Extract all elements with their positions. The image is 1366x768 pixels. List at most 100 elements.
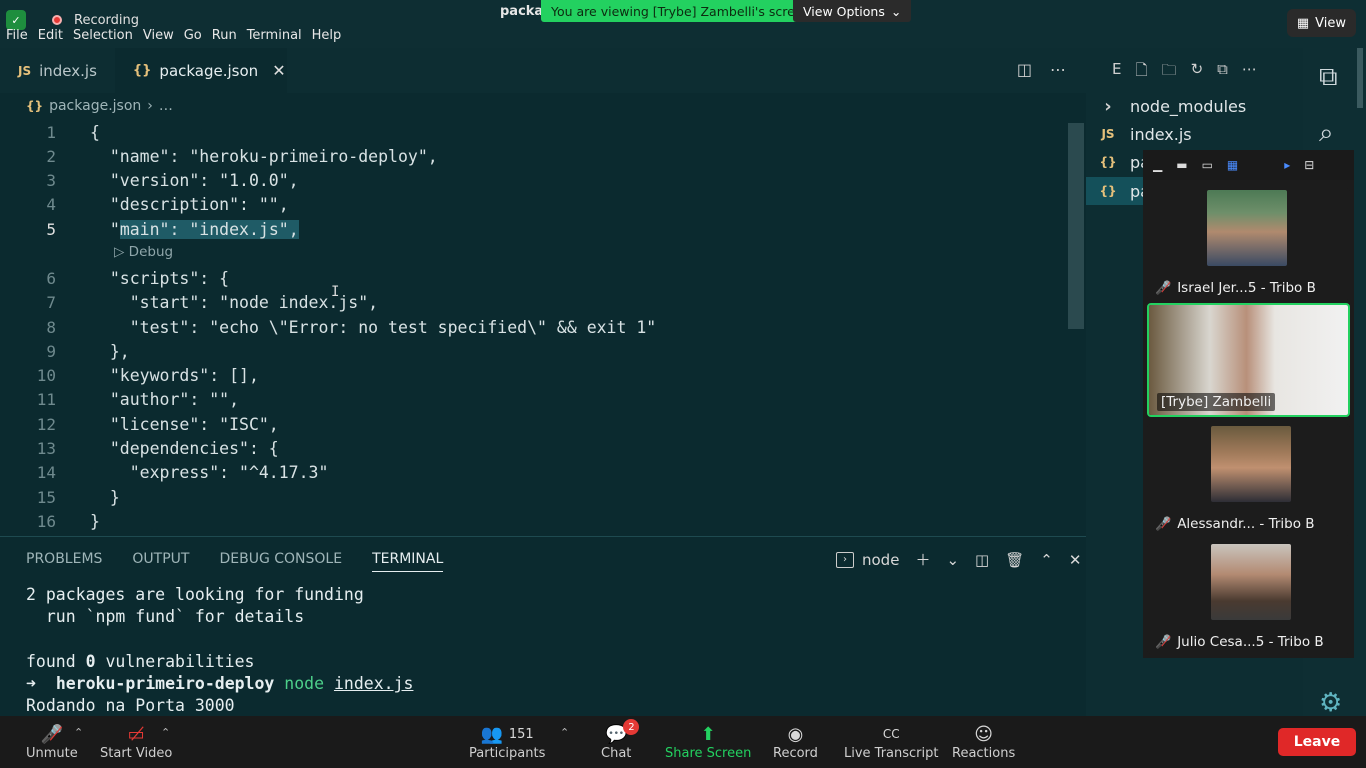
start-video-label: Start Video: [100, 746, 173, 761]
participant-tile-active-speaker[interactable]: [Trybe] Zambelli: [1147, 303, 1350, 417]
code-line-current: 5 "main": "index.js",: [46, 219, 299, 239]
tab-debug-console[interactable]: DEBUG CONSOLE: [219, 551, 342, 572]
record-icon: ◉: [787, 723, 804, 745]
tab-package-json[interactable]: {} package.json ✕: [114, 48, 287, 93]
menu-go[interactable]: Go: [179, 28, 207, 48]
files-icon[interactable]: ⧉: [1319, 62, 1338, 93]
mic-muted-icon: 🎤̸: [40, 723, 64, 745]
participants-button[interactable]: 👥 151 Participants: [469, 722, 546, 762]
window-scrollbar[interactable]: [1357, 48, 1363, 108]
trash-icon[interactable]: 🗑: [1005, 551, 1024, 569]
code-line: 7 "start": "node index.js",: [46, 292, 379, 312]
unmute-label: Unmute: [26, 746, 78, 761]
chevron-up-icon[interactable]: ⌃: [1040, 551, 1053, 569]
menu-run[interactable]: Run: [207, 28, 242, 48]
speaker-view-icon[interactable]: ▭: [1202, 158, 1213, 172]
tab-problems[interactable]: PROBLEMS: [26, 551, 102, 572]
prompt-command: node: [274, 674, 334, 694]
menu-terminal[interactable]: Terminal: [242, 28, 307, 48]
unmute-button[interactable]: 🎤̸ Unmute: [26, 722, 78, 762]
reactions-button[interactable]: ☺ Reactions: [952, 722, 1016, 762]
new-folder-icon[interactable]: 🗀: [1162, 60, 1177, 85]
meeting-toolbar: 🎤̸ Unmute ⌃ ▭̸ Start Video ⌃ 👥 151 Parti…: [0, 716, 1366, 768]
menu-view[interactable]: View: [138, 28, 179, 48]
prompt-directory: heroku-primeiro-deploy: [55, 674, 275, 694]
chevron-down-icon[interactable]: ⌄: [946, 551, 959, 569]
code-editor[interactable]: 1{ 2 "name": "heroku-primeiro-deploy", 3…: [0, 120, 1066, 535]
debug-codelens[interactable]: ▷ Debug: [114, 244, 173, 260]
js-file-icon: JS: [18, 63, 32, 78]
view-button-label: View: [1315, 15, 1346, 31]
leave-button[interactable]: Leave: [1278, 728, 1356, 756]
code-line: 12 "license": "ISC",: [36, 414, 279, 434]
selected-code: "main": "index.js",: [90, 219, 299, 239]
more-actions-icon[interactable]: ⋯: [1050, 60, 1066, 79]
record-button[interactable]: ◉ Record: [773, 722, 818, 762]
search-icon[interactable]: ⌕: [1319, 118, 1334, 149]
plus-icon[interactable]: ＋: [915, 549, 930, 570]
chat-icon: 💬 2: [605, 719, 640, 746]
participant-tile[interactable]: 🎤̸ Alessandr... - Tribo B: [1147, 424, 1350, 536]
participant-tile[interactable]: 🎤̸ Julio Cesa...5 - Tribo B: [1147, 542, 1350, 654]
next-page-icon[interactable]: ▸: [1284, 158, 1290, 172]
mic-muted-icon: 🎤̸: [1155, 634, 1172, 650]
menu-edit[interactable]: Edit: [33, 28, 68, 48]
code-line: 14 "express": "^4.17.3": [36, 462, 329, 482]
panel-tabs: PROBLEMS OUTPUT DEBUG CONSOLE TERMINAL: [26, 551, 444, 572]
more-actions-icon[interactable]: ⋯: [1242, 60, 1257, 85]
participant-tile[interactable]: 🎤̸ Israel Jer...5 - Tribo B: [1147, 188, 1350, 300]
gallery-view-icon[interactable]: ▦: [1227, 158, 1238, 172]
close-icon[interactable]: ✕: [272, 61, 285, 80]
explorer-item-index-js[interactable]: JS index.js: [1086, 120, 1303, 148]
tab-output[interactable]: OUTPUT: [132, 551, 189, 572]
view-button[interactable]: ▦ View: [1286, 9, 1356, 37]
minimize-icon[interactable]: ▁: [1153, 158, 1162, 172]
menu-selection[interactable]: Selection: [68, 28, 138, 48]
prompt-argument: index.js: [333, 674, 414, 694]
terminal-line: run `npm fund` for details: [26, 607, 305, 627]
explorer-item-node-modules[interactable]: › node_modules: [1086, 92, 1303, 120]
editor-scrollbar[interactable]: [1068, 123, 1084, 329]
editor-actions: ◫ ⋯: [1017, 60, 1066, 79]
code-line: 8 "test": "echo \"Error: no test specifi…: [46, 317, 657, 337]
breadcrumb-file[interactable]: package.json: [49, 98, 141, 114]
reactions-label: Reactions: [952, 746, 1016, 761]
exit-gallery-icon[interactable]: ⊟: [1304, 158, 1314, 172]
menu-file[interactable]: File: [0, 28, 33, 48]
code-line: 1{: [46, 122, 100, 142]
code-line: 3 "version": "1.0.0",: [46, 170, 299, 190]
strip-view-icon[interactable]: ▬: [1176, 158, 1187, 172]
split-terminal-icon[interactable]: ◫: [975, 551, 989, 569]
chevron-up-icon[interactable]: ⌃: [161, 726, 170, 739]
participant-name: [Trybe] Zambelli: [1161, 394, 1272, 410]
viewing-banner: You are viewing [Trybe] Zambelli's scree…: [541, 0, 821, 22]
terminal-selector[interactable]: › node: [836, 551, 899, 569]
split-editor-icon[interactable]: ◫: [1017, 60, 1032, 79]
closed-captions-icon: CC: [882, 727, 900, 741]
breadcrumb-more[interactable]: …: [159, 98, 173, 114]
chevron-up-icon[interactable]: ⌃: [74, 726, 83, 739]
share-screen-button[interactable]: ⬆ Share Screen: [665, 722, 751, 762]
refresh-icon[interactable]: ↻: [1191, 60, 1204, 85]
view-options-button[interactable]: View Options ⌄: [793, 0, 912, 22]
live-transcript-button[interactable]: CC Live Transcript: [844, 722, 939, 761]
chevron-up-icon[interactable]: ⌃: [560, 726, 569, 739]
menu-help[interactable]: Help: [307, 28, 347, 48]
participants-label: Participants: [469, 746, 546, 761]
tab-index-js[interactable]: JS index.js: [0, 48, 115, 93]
panel-actions: › node ＋ ⌄ ◫ 🗑 ⌃ ✕: [836, 549, 1081, 570]
text-selection: main": "index.js",: [119, 219, 299, 239]
text-cursor-icon: I: [331, 284, 340, 300]
chat-button[interactable]: 💬 2 Chat: [601, 719, 640, 761]
participant-video: [1211, 426, 1291, 502]
json-file-icon: {}: [1099, 155, 1117, 169]
collapse-icon[interactable]: ⧉: [1217, 60, 1228, 85]
terminal-output[interactable]: 2 packages are looking for funding run `…: [26, 584, 413, 718]
tab-terminal[interactable]: TERMINAL: [372, 551, 444, 572]
code-line: 4 "description": "",: [46, 194, 289, 214]
chevron-right-icon: ›: [147, 98, 153, 114]
new-file-icon[interactable]: 🗋: [1135, 60, 1147, 85]
gear-icon[interactable]: ⚙: [1319, 688, 1342, 718]
tab-label: index.js: [39, 61, 97, 80]
close-icon[interactable]: ✕: [1069, 551, 1082, 569]
